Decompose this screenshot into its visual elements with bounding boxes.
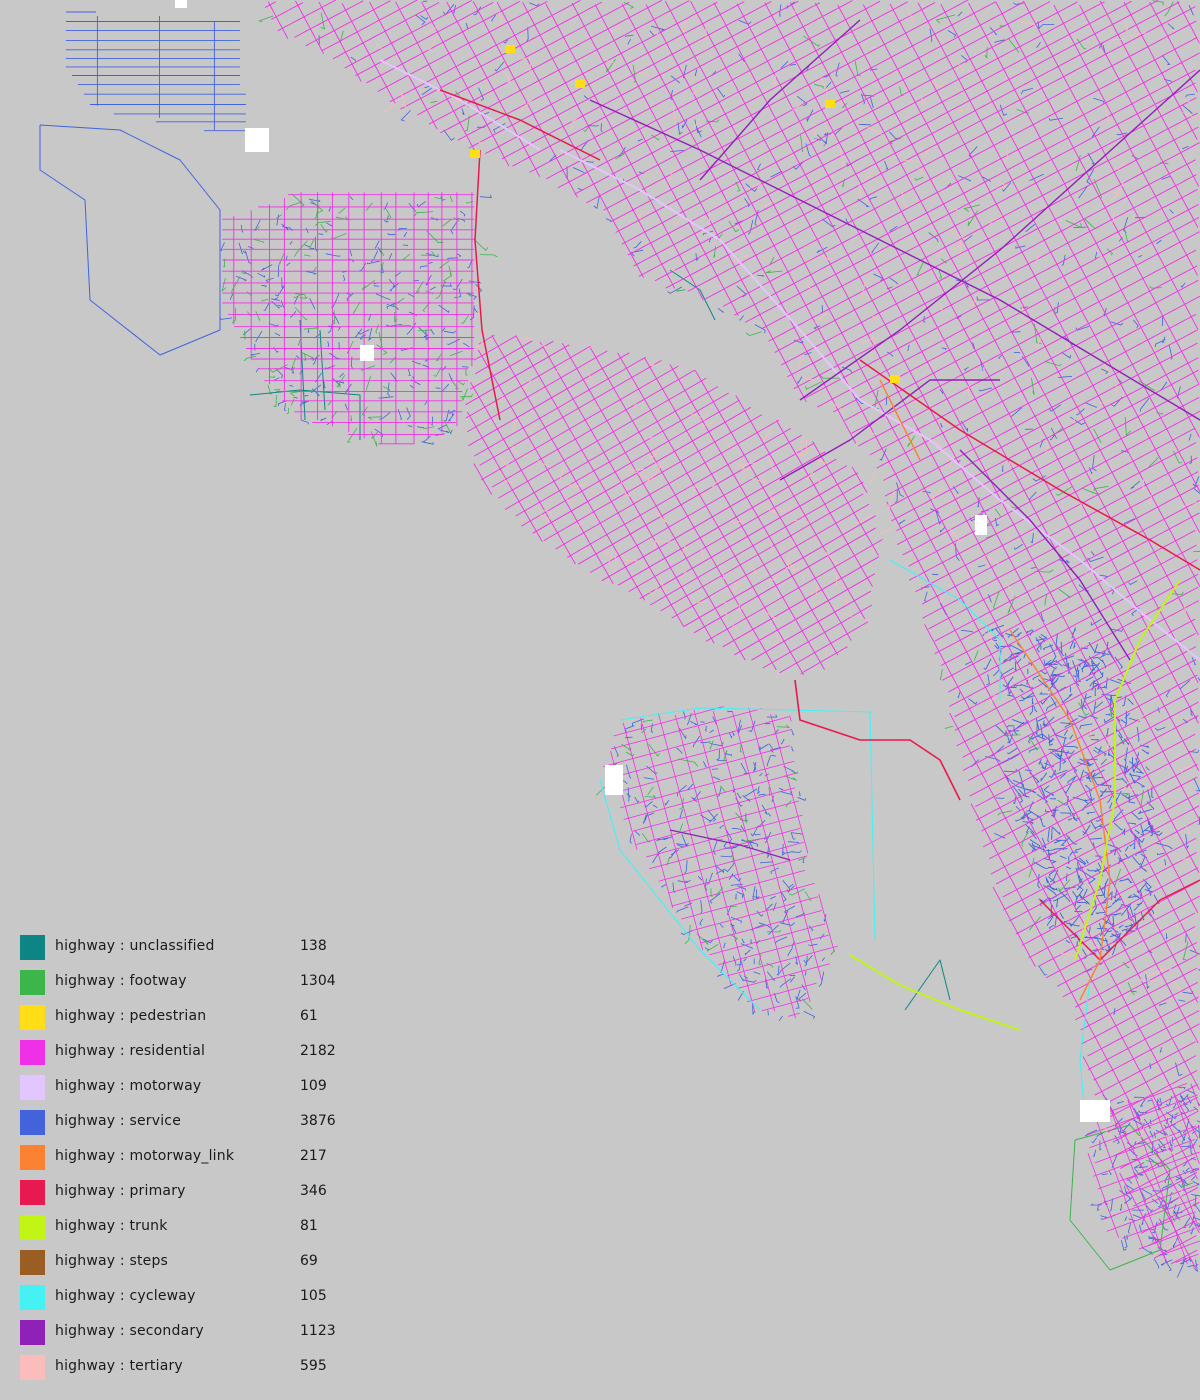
white-area (605, 765, 623, 795)
unclassified-road (319, 329, 326, 411)
service-perimeter-road (39, 124, 221, 356)
legend-swatch-motorway (20, 1075, 45, 1100)
legend-label: highway : pedestrian (55, 1008, 207, 1024)
footways-mainland (258, 0, 1200, 1222)
legend-swatch-tertiary (20, 1355, 45, 1380)
white-area (245, 128, 269, 152)
trunk-road (849, 954, 1021, 1031)
primary-road (859, 359, 1200, 571)
map-legend: highway : unclassified 138 highway : foo… (20, 933, 380, 1388)
pedestrian-area (505, 45, 515, 53)
legend-label: highway : secondary (55, 1323, 204, 1339)
legend-item-motorway-link: highway : motorway_link 217 (20, 1143, 380, 1178)
residential-grid-alameda (222, 192, 475, 445)
legend-label: highway : service (55, 1113, 182, 1129)
service-roads-mainland (318, 0, 1200, 1269)
legend-count: 217 (300, 1148, 327, 1164)
legend-item-motorway: highway : motorway 109 (20, 1073, 380, 1108)
legend-count: 1123 (300, 1323, 336, 1339)
legend-label: highway : unclassified (55, 938, 215, 954)
legend-item-service: highway : service 3876 (20, 1108, 380, 1143)
legend-label: highway : motorway_link (55, 1148, 235, 1164)
legend-item-steps: highway : steps 69 (20, 1248, 380, 1283)
legend-label: highway : steps (55, 1253, 169, 1269)
primary-road (794, 679, 961, 801)
legend-item-pedestrian: highway : pedestrian 61 (20, 1003, 380, 1038)
pedestrian-area (575, 80, 585, 88)
legend-count: 105 (300, 1288, 327, 1304)
legend-swatch-unclassified (20, 935, 45, 960)
park-footway-loop (1069, 1124, 1171, 1271)
tertiary-shore (475, 333, 872, 680)
legend-swatch-cycleway (20, 1285, 45, 1310)
legend-count: 3876 (300, 1113, 336, 1129)
legend-count: 346 (300, 1183, 327, 1199)
legend-swatch-primary (20, 1180, 45, 1205)
legend-count: 138 (300, 938, 327, 954)
legend-item-cycleway: highway : cycleway 105 (20, 1283, 380, 1318)
legend-count: 81 (300, 1218, 318, 1234)
legend-item-trunk: highway : trunk 81 (20, 1213, 380, 1248)
residential-grid-mainland (264, 0, 1200, 1269)
unclassified-road (669, 269, 716, 321)
service-roads-alameda (220, 194, 492, 445)
secondary-road (589, 99, 1200, 421)
legend-item-footway: highway : footway 1304 (20, 968, 380, 1003)
legend-label: highway : residential (55, 1043, 206, 1059)
legend-swatch-trunk (20, 1215, 45, 1240)
legend-item-secondary: highway : secondary 1123 (20, 1318, 380, 1353)
pedestrian-area (825, 100, 835, 108)
legend-count: 109 (300, 1078, 327, 1094)
legend-item-unclassified: highway : unclassified 138 (20, 933, 380, 968)
legend-label: highway : motorway (55, 1078, 202, 1094)
residential-grid-bayfarm (603, 706, 838, 1019)
legend-swatch-residential (20, 1040, 45, 1065)
motorway-link-layer (879, 379, 1111, 1001)
legend-swatch-pedestrian (20, 1005, 45, 1030)
legend-swatch-motorway-link (20, 1145, 45, 1170)
legend-item-residential: highway : residential 2182 (20, 1038, 380, 1073)
pedestrian-areas-layer (470, 45, 900, 383)
legend-label: highway : trunk (55, 1218, 168, 1234)
legend-count: 1304 (300, 973, 336, 989)
legend-swatch-footway (20, 970, 45, 995)
legend-label: highway : cycleway (55, 1288, 196, 1304)
legend-item-tertiary: highway : tertiary 595 (20, 1353, 380, 1388)
secondary-roads-layer (589, 19, 1200, 861)
white-area (175, 0, 187, 8)
white-area (1080, 1100, 1110, 1122)
pedestrian-area (470, 150, 480, 158)
service-grid-northwest (65, 11, 246, 132)
service-roads-bayfarm (612, 710, 827, 1021)
legend-swatch-secondary (20, 1320, 45, 1345)
pedestrian-area (890, 375, 900, 383)
legend-count: 2182 (300, 1043, 336, 1059)
legend-count: 61 (300, 1008, 318, 1024)
legend-item-primary: highway : primary 346 (20, 1178, 380, 1213)
legend-label: highway : footway (55, 973, 187, 989)
legend-label: highway : tertiary (55, 1358, 183, 1374)
legend-swatch-steps (20, 1250, 45, 1275)
legend-count: 69 (300, 1253, 318, 1269)
white-area (975, 515, 987, 535)
white-area (360, 345, 374, 361)
legend-label: highway : primary (55, 1183, 186, 1199)
legend-swatch-service (20, 1110, 45, 1135)
legend-count: 595 (300, 1358, 327, 1374)
cycleway-layer (599, 559, 1091, 1116)
